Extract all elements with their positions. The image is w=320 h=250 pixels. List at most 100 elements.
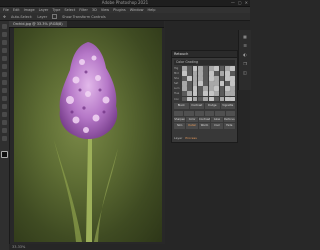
crop-tool[interactable]	[2, 48, 7, 53]
adjustment-cell[interactable]	[230, 81, 235, 86]
delete-icon[interactable]	[225, 110, 235, 116]
adjustment-cell[interactable]	[224, 96, 230, 102]
adjustment-cell[interactable]	[214, 66, 219, 71]
adjustments-icon[interactable]: ◐	[239, 52, 251, 57]
adjustment-cell[interactable]	[203, 91, 209, 96]
move-tool[interactable]	[2, 24, 7, 29]
adjustment-cell[interactable]	[230, 76, 235, 81]
adjustment-cell[interactable]	[192, 96, 198, 102]
layers-icon[interactable]: ❒	[239, 61, 251, 66]
adjustment-cell[interactable]	[187, 66, 193, 71]
adjustment-cell[interactable]	[208, 81, 214, 86]
adjustment-cell[interactable]	[214, 91, 219, 96]
adjustment-cell[interactable]	[208, 66, 214, 71]
adjustment-cell[interactable]	[187, 86, 193, 91]
layer-icon[interactable]	[194, 110, 204, 116]
transform-controls-checkbox[interactable]	[52, 14, 58, 19]
adjustment-cell[interactable]	[182, 86, 187, 91]
type-tool[interactable]	[2, 120, 7, 125]
contrast-2-button[interactable]: Contrast	[198, 116, 211, 122]
warm-button[interactable]: Warm	[198, 123, 211, 129]
defocus-button[interactable]: Defocus	[223, 116, 236, 122]
adjustment-cell[interactable]	[182, 66, 187, 71]
marquee-tool[interactable]	[2, 32, 7, 37]
adjustment-cell[interactable]	[182, 76, 187, 81]
adjustment-cell[interactable]	[230, 96, 235, 102]
adjustment-cell[interactable]	[224, 86, 230, 91]
black-button[interactable]: Black	[174, 103, 189, 109]
adjustment-cell[interactable]	[203, 66, 209, 71]
image-canvas[interactable]	[14, 28, 162, 242]
adjustment-cell[interactable]	[230, 86, 235, 91]
adjustment-cell[interactable]	[230, 71, 235, 76]
merge-icon[interactable]	[204, 110, 215, 116]
color-button[interactable]: Color	[186, 116, 198, 122]
adjustment-cell[interactable]	[192, 81, 198, 86]
adjustment-cell[interactable]	[208, 91, 214, 96]
adjustment-cell[interactable]	[192, 91, 198, 96]
adjustment-cell[interactable]	[182, 91, 187, 96]
minimize-button[interactable]: —	[231, 1, 235, 5]
channels-icon[interactable]: ◫	[239, 70, 251, 75]
adjustment-cell[interactable]	[182, 71, 187, 76]
adjustment-cell[interactable]	[192, 76, 198, 81]
contrast-button[interactable]: Contrast	[189, 103, 204, 109]
adjustment-cell[interactable]	[219, 71, 225, 76]
dodge-button[interactable]: Dodge	[205, 103, 220, 109]
adjustment-cell[interactable]	[224, 91, 230, 96]
adjustment-cell[interactable]	[198, 91, 203, 96]
pen-tool[interactable]	[2, 112, 7, 117]
adjustment-cell[interactable]	[198, 66, 203, 71]
adjustment-cell[interactable]	[187, 91, 193, 96]
layer-footer-label[interactable]: Layer	[174, 136, 182, 140]
adjustment-cell[interactable]	[214, 76, 219, 81]
adjustment-cell[interactable]	[182, 81, 187, 86]
close-button[interactable]: ✕	[245, 1, 248, 5]
history-icon[interactable]: ▦	[239, 34, 251, 39]
adjustment-cell[interactable]	[219, 96, 225, 102]
adjustment-cell[interactable]	[219, 81, 225, 86]
dodge-tool[interactable]	[2, 104, 7, 109]
adjustment-cell[interactable]	[219, 86, 225, 91]
adjustment-cell[interactable]	[219, 76, 225, 81]
adjustment-cell[interactable]	[198, 96, 203, 102]
adjustment-cell[interactable]	[224, 71, 230, 76]
adjustment-cell[interactable]	[214, 81, 219, 86]
hand-tool[interactable]	[2, 128, 7, 133]
vignette-button[interactable]: Vignette	[220, 103, 235, 109]
adjustment-cell[interactable]	[224, 66, 230, 71]
document-tab[interactable]: Orchid.jpg @ 33.3% (RGB/8)	[9, 21, 67, 27]
properties-icon[interactable]: ☰	[239, 43, 251, 48]
adjustment-cell[interactable]	[198, 81, 203, 86]
adjustment-cell[interactable]	[198, 86, 203, 91]
adjustment-cell[interactable]	[203, 71, 209, 76]
adjustment-cell[interactable]	[214, 96, 219, 102]
move-tool-icon[interactable]: ✥	[3, 15, 6, 19]
maximize-button[interactable]: ▢	[238, 1, 242, 5]
clone-stamp-tool[interactable]	[2, 80, 7, 85]
eyedropper-tool[interactable]	[2, 56, 7, 61]
adjustment-cell[interactable]	[187, 71, 193, 76]
fade-button[interactable]: Fade	[223, 123, 236, 129]
eraser-tool[interactable]	[2, 88, 7, 93]
adjustment-cell[interactable]	[224, 81, 230, 86]
adjustment-cell[interactable]	[187, 76, 193, 81]
adjustment-cell[interactable]	[214, 86, 219, 91]
glow-button[interactable]: Glow	[211, 116, 223, 122]
adjustment-cell[interactable]	[230, 66, 235, 71]
adjustment-cell[interactable]	[192, 66, 198, 71]
adjustment-cell[interactable]	[219, 91, 225, 96]
healing-brush-tool[interactable]	[2, 64, 7, 69]
cool-button[interactable]: Cool	[211, 123, 223, 129]
lasso-tool[interactable]	[2, 40, 7, 45]
adjustment-cell[interactable]	[203, 86, 209, 91]
adjustment-cell[interactable]	[198, 76, 203, 81]
adjustment-cell[interactable]	[203, 96, 209, 102]
adjustment-cell[interactable]	[203, 76, 209, 81]
adjustment-cell[interactable]	[208, 71, 214, 76]
foreground-color-swatch[interactable]	[1, 151, 8, 158]
zoom-tool[interactable]	[2, 136, 7, 141]
process-button[interactable]: Process	[185, 136, 196, 140]
adjustment-cell[interactable]	[198, 71, 203, 76]
panel-subheader[interactable]: Color Grading	[174, 60, 235, 65]
